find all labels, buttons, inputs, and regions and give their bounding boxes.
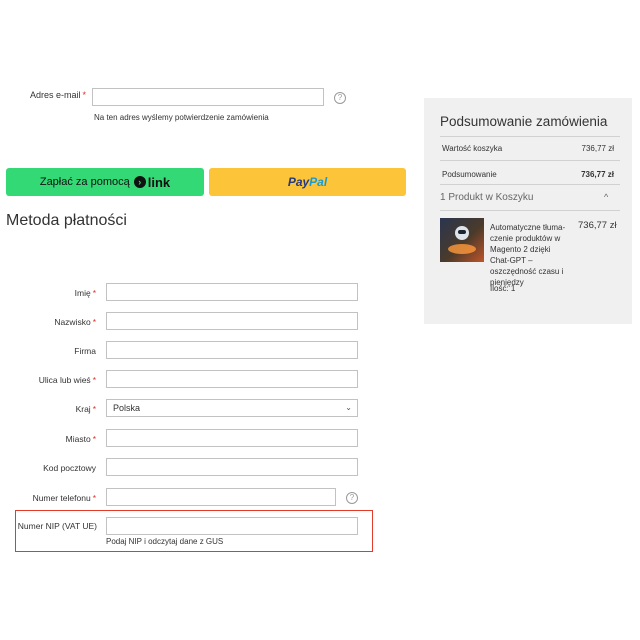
phone-label: Numer telefonu * bbox=[32, 493, 96, 503]
cart-value: 736,77 zł bbox=[581, 144, 614, 153]
street-label: Ulica lub wieś * bbox=[38, 375, 96, 385]
product-price: 736,77 zł bbox=[578, 220, 617, 231]
summary-title: Podsumowanie zamówienia bbox=[440, 114, 608, 129]
postcode-input[interactable] bbox=[106, 458, 358, 476]
divider bbox=[440, 136, 620, 137]
paypal-logo-part2: Pal bbox=[309, 175, 328, 189]
city-input[interactable] bbox=[106, 429, 358, 447]
email-label: Adres e-mail * bbox=[29, 90, 86, 100]
postcode-label: Kod pocztowy bbox=[43, 463, 96, 473]
order-summary: Podsumowanie zamówienia Wartość koszyka … bbox=[424, 98, 632, 324]
product-thumbnail bbox=[440, 218, 484, 262]
first-name-label: Imię * bbox=[74, 288, 96, 298]
cart-value-label: Wartość koszyka bbox=[442, 144, 503, 153]
phone-input[interactable] bbox=[106, 488, 336, 506]
help-icon[interactable]: ? bbox=[346, 492, 358, 504]
product-name: Automatyczne tłuma-czenie produktów w Ma… bbox=[490, 223, 566, 287]
cart-count[interactable]: 1 Produkt w Koszyku bbox=[440, 192, 533, 203]
last-name-input[interactable] bbox=[106, 312, 358, 330]
link-logo: › link bbox=[133, 175, 170, 190]
city-label: Miasto * bbox=[65, 434, 96, 444]
link-button-label: Zapłać za pomocą bbox=[39, 176, 130, 188]
email-note: Na ten adres wyślemy potwierdzenie zamów… bbox=[94, 113, 269, 122]
chevron-down-icon: ⌄ bbox=[345, 403, 352, 412]
first-name-input[interactable] bbox=[106, 283, 358, 301]
street-input[interactable] bbox=[106, 370, 358, 388]
arrow-icon: › bbox=[133, 176, 146, 188]
total-value: 736,77 zł bbox=[581, 170, 614, 179]
last-name-label: Nazwisko * bbox=[54, 317, 96, 327]
total-row: Podsumowanie 736,77 zł bbox=[442, 170, 614, 179]
email-input[interactable] bbox=[92, 88, 324, 106]
company-input[interactable] bbox=[106, 341, 358, 359]
chevron-up-icon[interactable]: ^ bbox=[604, 192, 608, 202]
paypal-button[interactable]: Pay Pal bbox=[209, 168, 406, 196]
nip-note: Podaj NIP i odczytaj dane z GUS bbox=[106, 537, 224, 546]
section-title: Metoda płatności bbox=[6, 212, 127, 229]
pay-with-link-button[interactable]: Zapłać za pomocą › link bbox=[6, 168, 204, 196]
required-marker: * bbox=[82, 90, 86, 100]
total-label: Podsumowanie bbox=[442, 170, 497, 179]
country-select[interactable]: Polska ⌄ bbox=[106, 399, 358, 417]
nip-label: Numer NIP (VAT UE) bbox=[17, 521, 97, 531]
paypal-logo-part1: Pay bbox=[287, 175, 310, 189]
divider bbox=[440, 184, 620, 185]
help-icon[interactable]: ? bbox=[334, 92, 346, 104]
cart-value-row: Wartość koszyka 736,77 zł bbox=[442, 144, 614, 153]
divider bbox=[440, 160, 620, 161]
divider bbox=[440, 210, 620, 211]
country-select-value: Polska bbox=[113, 403, 141, 413]
product-quantity: Ilość: 1 bbox=[490, 284, 516, 293]
country-label: Kraj * bbox=[75, 404, 96, 414]
nip-input[interactable] bbox=[106, 517, 358, 535]
company-label: Firma bbox=[74, 346, 96, 356]
